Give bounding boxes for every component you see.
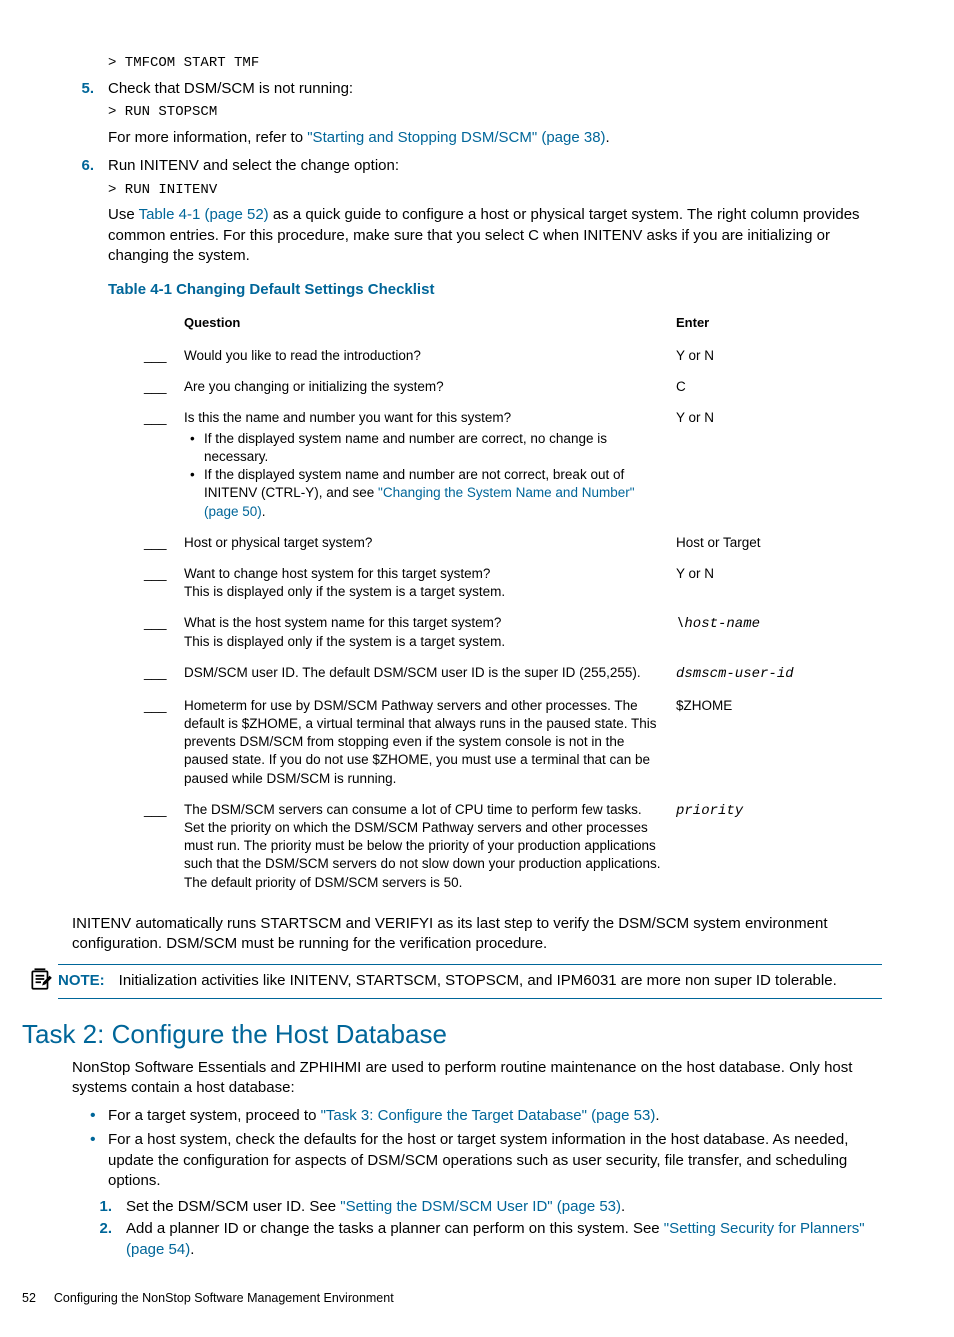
link-setting-user-id[interactable]: "Setting the DSM/SCM User ID" (page 53) <box>340 1198 621 1215</box>
link-table-4-1[interactable]: Table 4-1 (page 52) <box>139 206 269 223</box>
step-text: Check that DSM/SCM is not running: <box>108 79 882 99</box>
step-info: For more information, refer to "Starting… <box>108 128 882 148</box>
note-icon <box>28 964 58 998</box>
step-number: 6. <box>72 156 94 900</box>
list-item: •For a host system, check the defaults f… <box>90 1130 882 1191</box>
list-item: •For a target system, proceed to "Task 3… <box>90 1106 882 1126</box>
link-task-3[interactable]: "Task 3: Configure the Target Database" … <box>321 1107 656 1124</box>
step-5: 5. Check that DSM/SCM is not running: > … <box>72 79 882 148</box>
link-start-stop-dsm[interactable]: "Starting and Stopping DSM/SCM" (page 38… <box>307 129 605 146</box>
table-row: ___ Would you like to read the introduct… <box>138 342 912 373</box>
code-line: > TMFCOM START TMF <box>108 54 882 73</box>
note-block: NOTE: Initialization activities like INIT… <box>28 964 882 998</box>
col-enter: Enter <box>670 310 912 342</box>
code-line: > RUN STOPSCM <box>108 103 882 122</box>
step-number: 5. <box>72 79 94 148</box>
step-info: Use Table 4-1 (page 52) as a quick guide… <box>108 205 882 266</box>
table-row: ___ Host or physical target system? Host… <box>138 529 912 560</box>
substep-1: 1. Set the DSM/SCM user ID. See "Setting… <box>90 1197 882 1217</box>
paragraph: INITENV automatically runs STARTSCM and … <box>72 914 882 955</box>
step-number: 2. <box>90 1219 112 1260</box>
substep-2: 2. Add a planner ID or change the tasks … <box>90 1219 882 1260</box>
task-2-heading: Task 2: Configure the Host Database <box>22 1017 882 1052</box>
step-number: 1. <box>90 1197 112 1217</box>
page-footer: 52 Configuring the NonStop Software Manag… <box>22 1290 882 1307</box>
paragraph: NonStop Software Essentials and ZPHIHMI … <box>72 1058 882 1099</box>
step-text: Run INITENV and select the change option… <box>108 156 882 176</box>
note-text: Initialization activities like INITENV, … <box>119 972 837 989</box>
page-number: 52 <box>22 1291 36 1305</box>
note-label: NOTE: <box>58 972 105 989</box>
table-row: ___ The DSM/SCM servers can consume a lo… <box>138 796 912 900</box>
step-6: 6. Run INITENV and select the change opt… <box>72 156 882 900</box>
table-row: ___ Are you changing or initializing the… <box>138 373 912 404</box>
table-row: ___ Want to change host system for this … <box>138 560 912 609</box>
table-title: Table 4-1 Changing Default Settings Chec… <box>108 280 882 300</box>
col-question: Question <box>178 310 670 342</box>
table-row: ___ What is the host system name for thi… <box>138 609 912 658</box>
footer-title: Configuring the NonStop Software Managem… <box>54 1291 394 1305</box>
table-row: ___ Is this the name and number you want… <box>138 404 912 528</box>
table-row: ___ DSM/SCM user ID. The default DSM/SCM… <box>138 659 912 692</box>
table-row: ___ Hometerm for use by DSM/SCM Pathway … <box>138 692 912 796</box>
checklist-table: Question Enter ___ Would you like to rea… <box>138 310 912 899</box>
code-line: > RUN INITENV <box>108 181 882 200</box>
